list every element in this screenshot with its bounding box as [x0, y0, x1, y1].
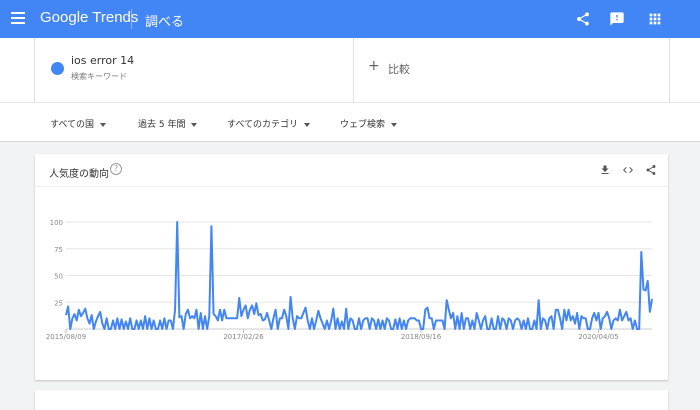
app-header: Google Trends 調べる	[0, 0, 700, 38]
interest-chart: 100 75 50 25 2015/08/09 2017/02/26 2018/09/16 2…	[46, 219, 653, 341]
chevron-down-icon	[191, 122, 198, 127]
plus-icon: +	[368, 58, 380, 74]
filter-search-type[interactable]: ウェブ検索	[340, 117, 398, 130]
share-icon[interactable]	[575, 11, 591, 27]
x-tick-label: 2015/08/09	[46, 333, 86, 341]
filter-bar: すべての国 過去 5 年間 すべてのカテゴリ ウェブ検索	[0, 102, 700, 142]
y-tick-label: 50	[54, 273, 63, 281]
feedback-icon[interactable]	[609, 11, 625, 27]
chevron-down-icon	[100, 122, 107, 127]
page-title: 調べる	[145, 15, 185, 30]
search-term-input[interactable]: ios error 14	[71, 54, 134, 67]
search-term-type: 検索キーワード	[71, 72, 127, 81]
x-tick-label: 2020/04/05	[578, 333, 618, 341]
interest-over-time-card: 人気度の動向 ? 100 75 50 25 2015/08/09 2017/02/26 20…	[35, 154, 668, 380]
header-divider	[131, 9, 132, 29]
chevron-down-icon	[304, 122, 311, 127]
series-color-dot	[51, 62, 64, 75]
chevron-down-icon	[391, 122, 398, 127]
menu-icon[interactable]	[11, 12, 25, 26]
compare-button[interactable]: + 比較	[352, 38, 670, 102]
filter-category-label: すべてのカテゴリ	[227, 120, 299, 130]
x-tick-label: 2017/02/26	[223, 333, 264, 341]
y-tick-label: 75	[54, 246, 63, 254]
y-tick-label: 25	[54, 299, 63, 307]
apps-icon[interactable]	[647, 11, 663, 27]
compare-label: 比較	[388, 63, 410, 76]
google-trends-logo[interactable]: Google Trends	[40, 9, 138, 26]
filter-region-label: すべての国	[50, 120, 95, 130]
y-tick-label: 100	[50, 219, 63, 227]
search-term-card[interactable]: ios error 14 検索キーワード	[34, 38, 354, 102]
search-terms-row: ios error 14 検索キーワード + 比較	[0, 38, 700, 102]
filter-time[interactable]: 過去 5 年間	[138, 117, 198, 130]
filter-category[interactable]: すべてのカテゴリ	[227, 117, 311, 130]
filter-time-label: 過去 5 年間	[138, 120, 186, 130]
filter-search-type-label: ウェブ検索	[340, 120, 386, 130]
filter-region[interactable]: すべての国	[50, 117, 107, 130]
x-tick-label: 2018/09/16	[401, 333, 442, 341]
next-card	[35, 390, 668, 410]
